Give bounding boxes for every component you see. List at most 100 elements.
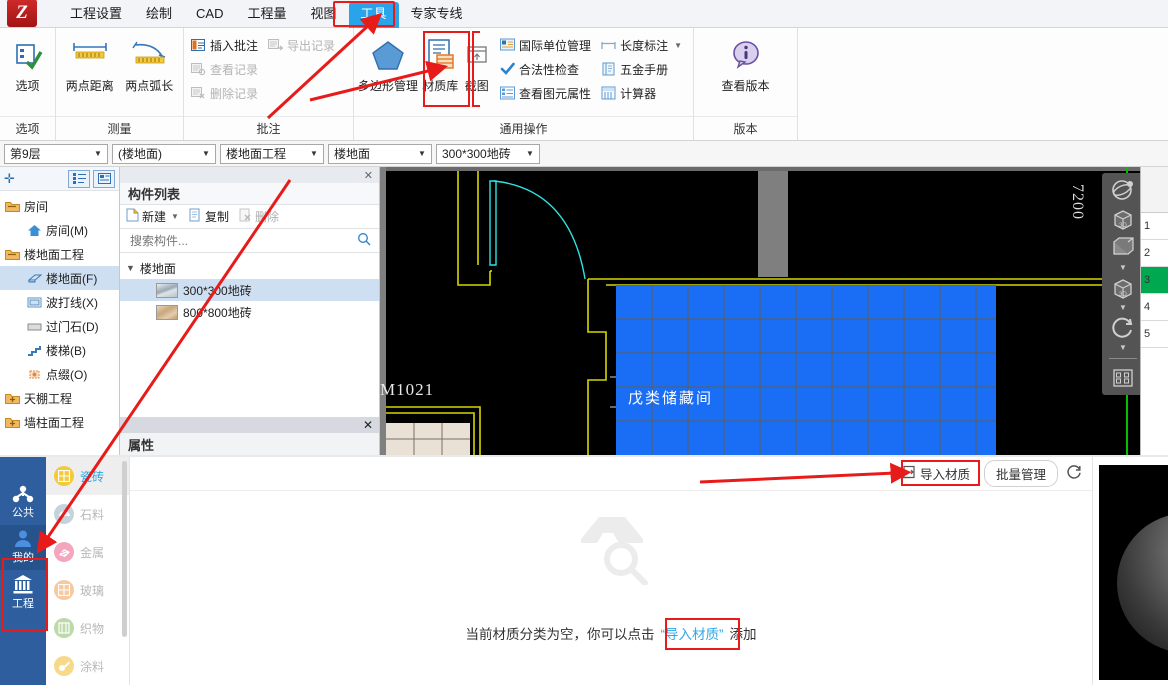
options-button[interactable]: 选项 (6, 31, 49, 94)
chevron-down-icon[interactable]: ▼ (1119, 304, 1127, 312)
layers-icon[interactable] (1107, 365, 1139, 391)
common-column-a: 国际单位管理 合法性检查 查看图元属性 (497, 31, 596, 104)
chevron-down-icon[interactable]: ▼ (523, 149, 537, 158)
chevron-down-icon[interactable]: ▼ (307, 149, 321, 158)
close-icon[interactable]: ✕ (364, 169, 373, 182)
chevron-down-icon[interactable]: ▼ (1119, 344, 1127, 352)
tree-node-label: 房间(M) (46, 223, 88, 238)
material-library-button[interactable]: 材质库 (418, 31, 462, 94)
copy-component-button[interactable]: 复制 (189, 208, 229, 225)
two-point-arc-length-button[interactable]: 两点弧长 (122, 31, 178, 94)
chevron-down-icon[interactable]: ▼ (171, 212, 179, 221)
building-icon (12, 574, 34, 597)
view-element-property-button[interactable]: 查看图元属性 (497, 82, 596, 104)
folder-closed-icon[interactable] (4, 390, 20, 406)
component-group-row[interactable]: ▼ 楼地面 (120, 257, 379, 279)
rotate-icon[interactable] (1107, 315, 1139, 341)
import-material-button[interactable]: 导入材质 (895, 461, 976, 486)
chevron-down-icon[interactable]: ▼ (674, 41, 682, 50)
tree-node-wall-column-group[interactable]: 墙柱面工程 (0, 410, 119, 434)
nav-item-mine[interactable]: 我的 (0, 525, 46, 570)
floor-selector[interactable]: 第9层 ▼ (4, 143, 108, 164)
export-record-button[interactable]: 导出记录 (265, 34, 340, 56)
view-version-button[interactable]: 查看版本 (709, 31, 783, 94)
category-scrollbar[interactable] (122, 461, 127, 637)
refresh-icon[interactable] (1066, 464, 1082, 484)
category-selector[interactable]: (楼地面) ▼ (112, 143, 216, 164)
orbit-icon[interactable] (1107, 177, 1139, 203)
tab-cad[interactable]: CAD (184, 2, 235, 28)
tab-draw[interactable]: 绘制 (134, 2, 184, 28)
close-icon[interactable]: ✕ (363, 418, 373, 432)
expand-triangle-icon[interactable]: ▼ (126, 263, 135, 273)
spreadsheet-row[interactable]: 5 (1141, 321, 1168, 348)
background-spreadsheet[interactable]: 1 2 3 4 5 (1140, 167, 1168, 455)
category-item-fabric[interactable]: 织物 (46, 609, 129, 647)
box-3d-alt-icon[interactable]: 3D (1107, 275, 1139, 301)
delete-record-button[interactable]: 删除记录 (188, 82, 263, 104)
user-icon (12, 529, 34, 551)
tree-node-decoration[interactable]: 点缀(O) (0, 362, 119, 386)
polygon-manage-button[interactable]: 多边形管理 (358, 31, 418, 94)
box-wireframe-icon[interactable] (1107, 235, 1139, 261)
unit-manager-button[interactable]: 国际单位管理 (497, 34, 596, 56)
tab-tools[interactable]: 工具 (348, 2, 399, 28)
spreadsheet-row[interactable]: 1 (1141, 213, 1168, 240)
tree-node-room[interactable]: 房间(M) (0, 218, 119, 242)
category-item-stone[interactable]: 石料 (46, 495, 129, 533)
calculator-button[interactable]: 计算器 (598, 82, 687, 104)
screenshot-button[interactable]: 截图 (462, 31, 491, 94)
tree-node-room-group[interactable]: 房间 (0, 194, 119, 218)
tree-node-threshold-stone[interactable]: 过门石(D) (0, 314, 119, 338)
detail-view-icon[interactable] (93, 169, 115, 188)
tab-expert-line[interactable]: 专家专线 (399, 2, 475, 28)
tree-node-ceiling-group[interactable]: 天棚工程 (0, 386, 119, 410)
category-label: 涂料 (80, 659, 105, 674)
chevron-down-icon[interactable]: ▼ (415, 149, 429, 158)
chevron-down-icon[interactable]: ▼ (91, 149, 105, 158)
delete-component-button[interactable]: 删除 (239, 208, 279, 225)
tree-node-border-line[interactable]: 波打线(X) (0, 290, 119, 314)
element-type-selector[interactable]: 楼地面 ▼ (328, 143, 432, 164)
spreadsheet-row[interactable]: 4 (1141, 294, 1168, 321)
pin-icon[interactable]: ✛ (4, 171, 15, 187)
chevron-down-icon[interactable]: ▼ (1119, 264, 1127, 272)
tree-node-floor-surface[interactable]: 楼地面(F) (0, 266, 119, 290)
import-material-link[interactable]: “导入材质” (655, 623, 730, 643)
nav-item-project[interactable]: 工程 (0, 570, 46, 616)
list-view-icon[interactable] (68, 169, 90, 188)
category-item-paint[interactable]: 涂料 (46, 647, 129, 685)
nav-item-public[interactable]: 公共 (0, 481, 46, 525)
chevron-down-icon[interactable]: ▼ (199, 149, 213, 158)
cad-viewport[interactable]: M1021 戊类储藏间 7200 3D ▼ 3D ▼ ▼ 1 2 3 4 5 (380, 167, 1168, 455)
spreadsheet-row[interactable]: 2 (1141, 240, 1168, 267)
length-dimension-button[interactable]: 长度标注 ▼ (598, 34, 687, 56)
component-item-row[interactable]: 800*800地砖 (120, 301, 379, 323)
category-item-glass[interactable]: 玻璃 (46, 571, 129, 609)
hardware-manual-button[interactable]: 五金手册 (598, 58, 687, 80)
search-input[interactable] (128, 232, 357, 249)
category-item-tile[interactable]: 瓷砖 (46, 457, 129, 495)
spreadsheet-row[interactable]: 3 (1141, 267, 1168, 294)
two-point-distance-button[interactable]: 两点距离 (62, 31, 118, 94)
search-icon[interactable] (357, 232, 371, 249)
tree-node-floor-group[interactable]: 楼地面工程 (0, 242, 119, 266)
folder-open-icon[interactable] (4, 198, 20, 214)
category-item-metal[interactable]: 金属 (46, 533, 129, 571)
insert-annotation-button[interactable]: 插入批注 (188, 34, 263, 56)
tab-view[interactable]: 视图 (299, 2, 349, 28)
component-selector[interactable]: 300*300地砖 ▼ (436, 143, 540, 164)
component-item-row[interactable]: 300*300地砖 (120, 279, 379, 301)
tab-project-settings[interactable]: 工程设置 (58, 2, 134, 28)
batch-manage-button[interactable]: 批量管理 (983, 460, 1058, 487)
discipline-selector[interactable]: 楼地面工程 ▼ (220, 143, 324, 164)
folder-closed-icon[interactable] (4, 414, 20, 430)
view-record-button[interactable]: 查看记录 (188, 58, 263, 80)
app-logo[interactable]: Z (2, 0, 42, 30)
tab-quantity[interactable]: 工程量 (235, 2, 298, 28)
legality-check-button[interactable]: 合法性检查 (497, 58, 596, 80)
folder-open-icon[interactable] (4, 246, 20, 262)
new-component-button[interactable]: 新建 ▼ (126, 208, 179, 225)
box-3d-icon[interactable]: 3D (1107, 206, 1139, 232)
tree-node-stairs[interactable]: 楼梯(B) (0, 338, 119, 362)
